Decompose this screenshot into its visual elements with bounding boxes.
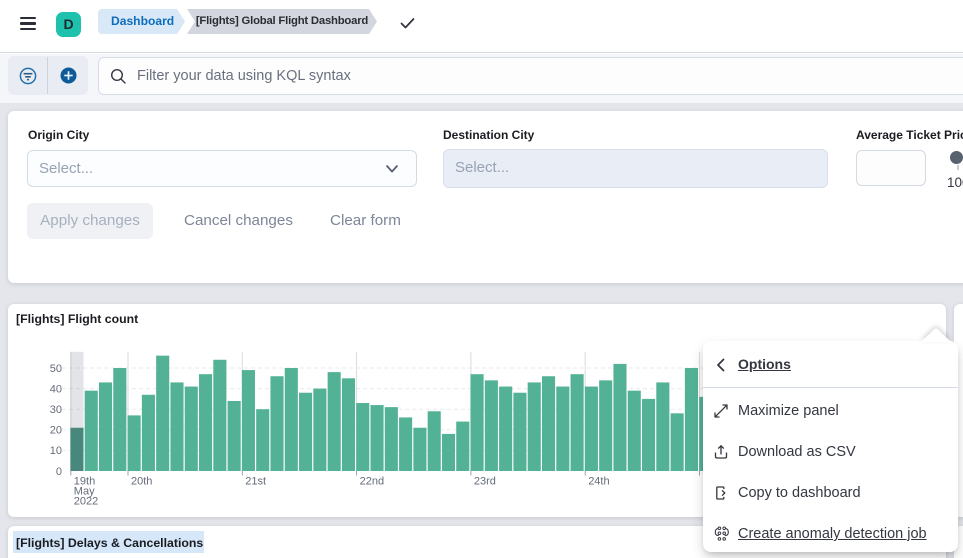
svg-text:21st: 21st xyxy=(245,476,266,488)
svg-text:23rd: 23rd xyxy=(474,476,496,488)
svg-text:50: 50 xyxy=(50,363,62,375)
svg-text:10: 10 xyxy=(50,445,62,457)
svg-text:2022: 2022 xyxy=(74,496,98,508)
svg-text:20: 20 xyxy=(50,425,62,437)
svg-text:24th: 24th xyxy=(588,476,609,488)
svg-text:0: 0 xyxy=(56,466,62,478)
svg-text:22nd: 22nd xyxy=(360,476,384,488)
svg-text:20th: 20th xyxy=(131,476,152,488)
svg-text:40: 40 xyxy=(50,383,62,395)
svg-text:30: 30 xyxy=(50,404,62,416)
